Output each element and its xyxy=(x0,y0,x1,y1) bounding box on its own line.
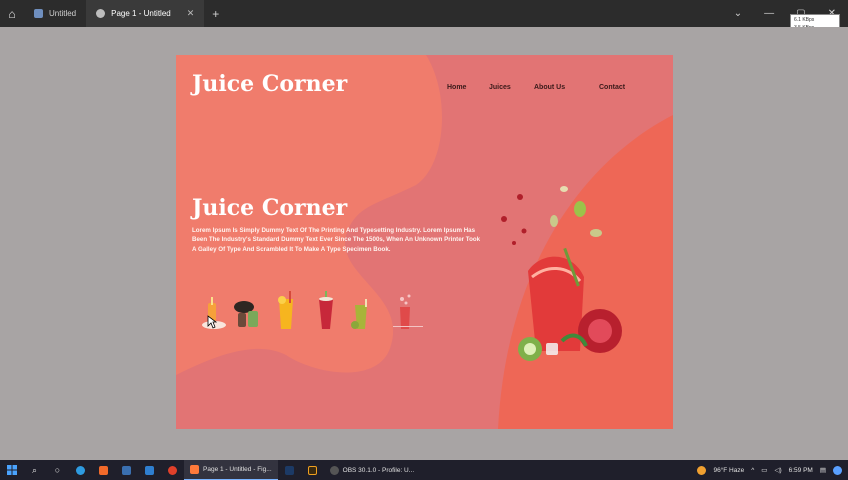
windows-taskbar: ⌕ ○ Page 1 - Untitled - Fig... OBS 30.1.… xyxy=(0,460,848,480)
obs-icon xyxy=(329,465,339,475)
edge-icon[interactable] xyxy=(69,460,92,480)
strawberry-drink-thumbnail[interactable] xyxy=(316,291,336,331)
chrome-icon[interactable] xyxy=(161,460,184,480)
brave-icon[interactable] xyxy=(92,460,115,480)
start-button[interactable] xyxy=(0,460,23,480)
hero-title: Juice Corner xyxy=(192,195,348,221)
green-smoothie-thumbnail[interactable] xyxy=(350,299,372,331)
juice-thumbnails xyxy=(200,281,430,331)
nav-juices[interactable]: Juices xyxy=(489,84,511,91)
windows-logo-icon xyxy=(6,465,17,475)
tab-label: Untitled xyxy=(49,9,77,18)
photoshop-icon[interactable] xyxy=(278,460,301,480)
figma-icon xyxy=(190,465,199,474)
orange-glass-thumbnail[interactable] xyxy=(276,291,296,331)
app-icon[interactable] xyxy=(115,460,138,480)
coffee-pour-thumbnail[interactable] xyxy=(232,297,264,331)
play-icon xyxy=(96,9,106,18)
task-view-icon[interactable]: ○ xyxy=(46,460,69,480)
copilot-icon[interactable] xyxy=(833,465,842,475)
tab-untitled[interactable]: Untitled xyxy=(24,0,86,27)
title-bar: ⌂ Untitled Page 1 - Untitled ✕ + ⌄ — ▢ ✕… xyxy=(0,0,848,34)
chevron-down-icon[interactable]: ⌄ xyxy=(734,8,742,19)
hero-description: Lorem Ipsum Is Simply Dummy Text Of The … xyxy=(192,227,481,253)
tab-page-1[interactable]: Page 1 - Untitled ✕ xyxy=(86,0,205,27)
volume-icon[interactable]: ◁) xyxy=(774,466,781,474)
chevron-up-icon[interactable]: ^ xyxy=(751,467,754,474)
search-icon[interactable]: ⌕ xyxy=(23,460,46,480)
tab-label: Page 1 - Untitled xyxy=(111,9,171,18)
splash-juice-illustration xyxy=(501,186,622,361)
figma-file-icon xyxy=(34,9,43,18)
nav-contact[interactable]: Contact xyxy=(599,84,625,91)
nav-about-us[interactable]: About Us xyxy=(534,84,565,91)
taskbar-app-label: OBS 30.1.0 - Profile: U... xyxy=(342,466,415,474)
brand-logo[interactable]: Juice Corner xyxy=(192,71,347,97)
home-icon[interactable]: ⌂ xyxy=(0,0,24,27)
mouse-pointer-icon xyxy=(207,315,217,329)
mail-icon[interactable] xyxy=(138,460,161,480)
minimize-icon[interactable]: — xyxy=(764,8,774,19)
selected-thumbnail-indicator xyxy=(393,326,423,327)
taskbar-app-figma[interactable]: Page 1 - Untitled - Fig... xyxy=(184,460,278,480)
weather-icon xyxy=(697,465,707,475)
taskbar-app-obs[interactable]: OBS 30.1.0 - Profile: U... xyxy=(324,460,421,480)
illustrator-icon[interactable] xyxy=(301,460,324,480)
close-tab-icon[interactable]: ✕ xyxy=(187,8,195,19)
nav-home[interactable]: Home xyxy=(447,84,466,91)
weather-text[interactable]: 96°F Haze xyxy=(713,467,744,474)
design-frame: Juice Corner Home Juices About Us Contac… xyxy=(176,55,673,429)
notification-icon[interactable]: ▤ xyxy=(820,466,826,474)
clock[interactable]: 6:59 PM xyxy=(789,467,813,474)
new-tab-button[interactable]: + xyxy=(204,7,227,21)
system-tray: 96°F Haze ^ ▭ ◁) 6:59 PM ▤ xyxy=(697,460,848,480)
upload-speed: 6.1 KBps xyxy=(794,17,815,23)
taskbar-app-label: Page 1 - Untitled - Fig... xyxy=(203,466,272,473)
network-icon[interactable]: ▭ xyxy=(761,466,767,474)
